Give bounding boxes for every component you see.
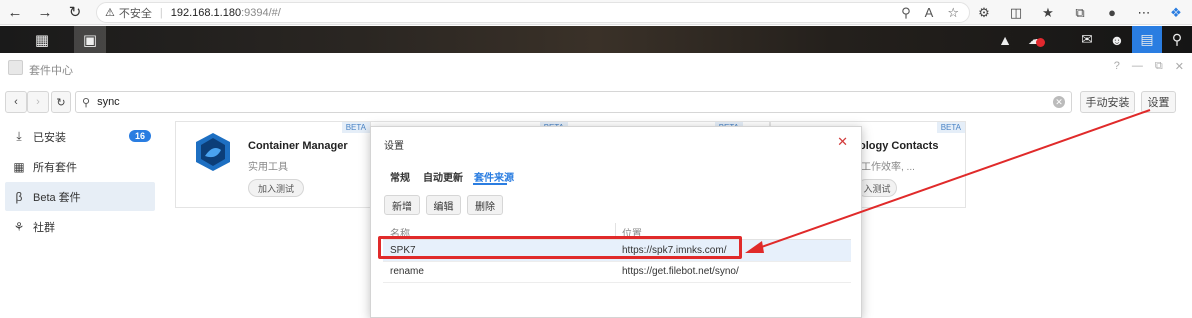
- url-host: 192.168.1.180: [170, 6, 242, 19]
- arrow-right-icon[interactable]: →: [30, 0, 60, 25]
- more-icon[interactable]: ⋯: [1128, 5, 1160, 21]
- window-titlebar: 套件中心 ? — ⧉ ✕: [0, 53, 1192, 83]
- insecure-label: 不安全: [118, 7, 152, 20]
- collections-icon[interactable]: ⧉: [1064, 5, 1096, 21]
- app-toolbar: ‹ › ↻ ⚲ sync ✕ 手动安装 设置: [0, 91, 1192, 115]
- annotation-highlight-box: [378, 236, 742, 259]
- dialog-title: 设置: [384, 141, 404, 152]
- upload-icon[interactable]: ▲: [990, 26, 1020, 53]
- sidebar-item-label: 社群: [33, 221, 55, 234]
- notification-cloud-icon[interactable]: ☁: [1020, 26, 1050, 53]
- community-icon: ⚘: [13, 219, 25, 234]
- search-value: sync: [97, 96, 120, 108]
- sidebar-item-beta[interactable]: β Beta 套件: [5, 182, 155, 211]
- join-beta-button[interactable]: 加入测试: [248, 179, 304, 197]
- split-screen-icon[interactable]: ◫: [1000, 5, 1032, 21]
- settings-button[interactable]: 设置: [1141, 91, 1176, 113]
- package-center-logo-icon: [8, 60, 23, 75]
- clear-search-icon[interactable]: ✕: [1053, 96, 1065, 108]
- beta-badge: BETA: [341, 122, 370, 133]
- close-icon[interactable]: ✕: [1175, 60, 1184, 73]
- manual-install-button[interactable]: 手动安装: [1080, 91, 1135, 113]
- installed-count-badge: 16: [128, 130, 151, 142]
- refresh-button[interactable]: ↻: [51, 91, 71, 113]
- main-menu-icon[interactable]: ▦: [26, 26, 58, 53]
- arrow-left-icon[interactable]: ←: [0, 0, 30, 25]
- warning-icon: ⚠: [105, 7, 115, 19]
- tab-auto-update[interactable]: 自动更新: [423, 169, 463, 184]
- address-bar[interactable]: ⚠ 不安全 | 192.168.1.180 :9394/#/ ⚲ A ☆: [96, 2, 970, 23]
- copilot-icon[interactable]: ❖: [1160, 5, 1192, 21]
- help-icon[interactable]: ?: [1114, 60, 1120, 73]
- tab-package-sources[interactable]: 套件来源: [474, 169, 514, 184]
- taskbar-spacer: [1050, 26, 1072, 53]
- package-name: Container Manager: [248, 140, 348, 152]
- package-category: 工作效率, ...: [861, 162, 915, 173]
- url-path: :9394/#/: [241, 6, 281, 19]
- sidebar-item-all-packages[interactable]: ▦ 所有套件: [5, 152, 155, 181]
- restore-icon[interactable]: ⧉: [1155, 60, 1163, 73]
- taskbar-right: ▲ ☁ ✉ ☻ ▤ ⚲: [990, 26, 1192, 53]
- sidebar-item-installed[interactable]: ⤓ 已安装 16: [5, 122, 155, 151]
- search-icon: ⚲: [82, 96, 91, 109]
- active-tab-indicator: [473, 183, 507, 185]
- source-location: https://get.filebot.net/syno/: [622, 266, 739, 277]
- window-title: 套件中心: [29, 65, 73, 77]
- package-card-container-manager[interactable]: BETA Container Manager 实用工具 加入测试: [175, 121, 371, 208]
- address-separator: |: [159, 6, 163, 19]
- grid-icon: ▦: [13, 159, 25, 174]
- widgets-icon[interactable]: ▤: [1132, 26, 1162, 53]
- package-center-taskbar-icon[interactable]: ▣: [74, 26, 106, 53]
- sidebar: ⤓ 已安装 16 ▦ 所有套件 β Beta 套件 ⚘ 社群: [0, 122, 160, 242]
- source-name: rename: [390, 266, 424, 277]
- address-bar-icons: ⚲ A ☆: [901, 5, 959, 21]
- sidebar-item-label: 已安装: [33, 131, 66, 144]
- sidebar-item-community[interactable]: ⚘ 社群: [5, 212, 155, 241]
- browser-toolbar: ← → ↻ ⚠ 不安全 | 192.168.1.180 :9394/#/ ⚲ A…: [0, 0, 1192, 25]
- join-beta-button[interactable]: 入测试: [857, 179, 897, 197]
- sidebar-item-label: Beta 套件: [33, 191, 81, 204]
- forward-button[interactable]: ›: [27, 91, 49, 113]
- tab-general[interactable]: 常规: [390, 169, 410, 184]
- sidebar-item-label: 所有套件: [33, 161, 77, 174]
- download-icon: ⤓: [16, 129, 22, 143]
- user-icon[interactable]: ☻: [1102, 26, 1132, 53]
- beta-badge: BETA: [936, 122, 965, 133]
- browser-extensions: ⚙ ◫ ★ ⧉ ● ⋯ ❖: [968, 0, 1192, 25]
- favorites-icon[interactable]: ★: [1032, 5, 1064, 21]
- row-divider: [383, 282, 851, 283]
- settings-dialog: 设置 ✕ 常规 自动更新 套件来源 新增 编辑 删除 名称 位置 SPK7 ht…: [370, 126, 862, 318]
- profile-extension-icon[interactable]: ●: [1096, 5, 1128, 20]
- back-button[interactable]: ‹: [5, 91, 27, 113]
- close-icon[interactable]: ✕: [837, 134, 848, 150]
- container-manager-icon: [196, 133, 230, 171]
- edit-button[interactable]: 编辑: [426, 195, 461, 215]
- chat-icon[interactable]: ✉: [1072, 26, 1102, 53]
- search-input[interactable]: ⚲ sync ✕: [75, 91, 1072, 113]
- beta-icon: β: [15, 189, 23, 204]
- table-row[interactable]: rename https://get.filebot.net/syno/: [383, 261, 851, 282]
- delete-button[interactable]: 删除: [467, 195, 503, 215]
- star-icon[interactable]: ☆: [947, 5, 959, 21]
- key-icon[interactable]: ⚲: [901, 5, 911, 21]
- window-controls: ? — ⧉ ✕: [1114, 60, 1184, 73]
- reload-icon[interactable]: ↻: [60, 0, 90, 25]
- read-aloud-icon[interactable]: A: [925, 5, 934, 21]
- minimize-icon[interactable]: —: [1132, 60, 1143, 73]
- package-name: ology Contacts: [859, 140, 939, 152]
- extension-icon[interactable]: ⚙: [968, 5, 1000, 21]
- alert-dot: [1036, 38, 1045, 47]
- dsm-taskbar: ▦ ▣ ▲ ☁ ✉ ☻ ▤ ⚲: [0, 26, 1192, 53]
- add-button[interactable]: 新增: [384, 195, 420, 215]
- package-category: 实用工具: [248, 162, 288, 173]
- search-icon[interactable]: ⚲: [1162, 26, 1192, 53]
